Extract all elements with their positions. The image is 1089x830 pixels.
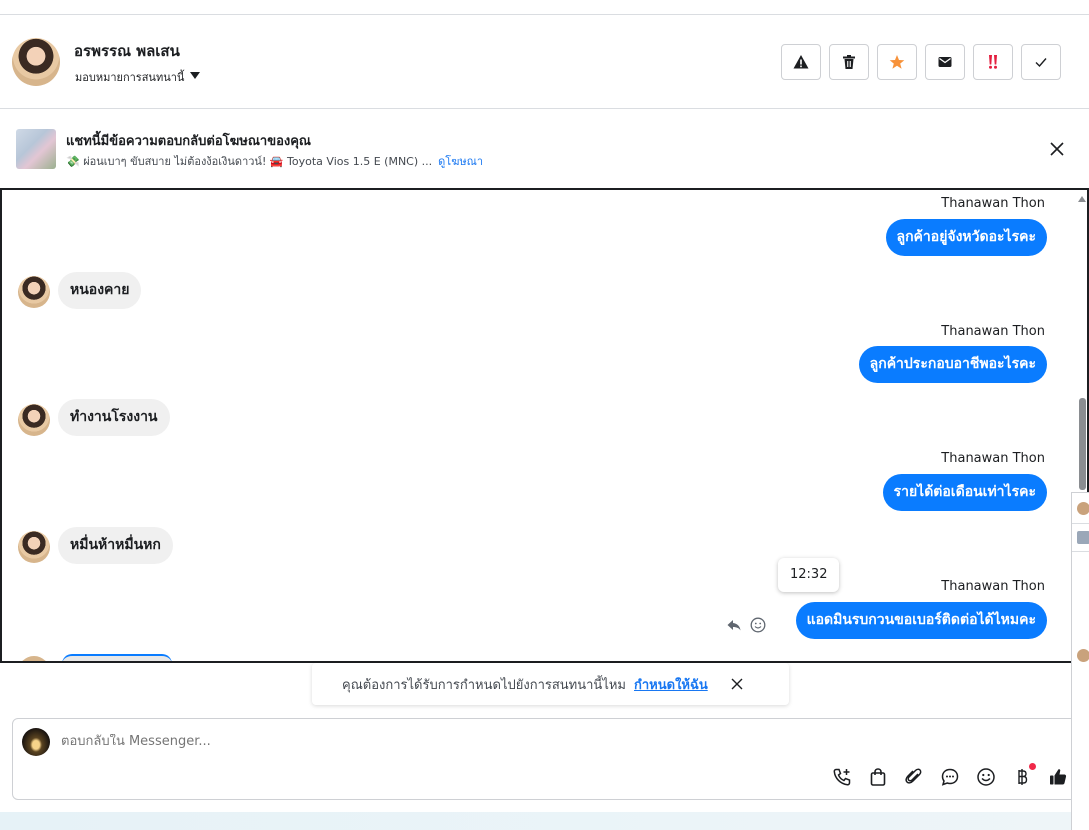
sender-name: Thanawan Thon [941, 196, 1045, 211]
exclamation-icon [989, 55, 997, 69]
delete-button[interactable] [829, 44, 869, 80]
message-time-tooltip: 12:32 [778, 558, 840, 592]
banner-title: แชทนี้มีข้อความตอบกลับต่อโฆษณาของคุณ [66, 134, 311, 149]
page-avatar [22, 728, 50, 756]
reply-icon[interactable] [726, 617, 742, 633]
trash-icon [843, 55, 855, 69]
contact-avatar-small [18, 276, 50, 308]
top-strip [0, 0, 1089, 15]
assign-prompt-text: คุณต้องการได้รับการกำหนดไปยังการสนทนานี้… [342, 677, 626, 693]
payment-button[interactable] [1011, 763, 1036, 788]
avatar[interactable] [1077, 502, 1089, 515]
reply-composer [12, 718, 1089, 800]
incoming-message[interactable]: ทำงานโรงงาน [58, 399, 170, 436]
call-icon [833, 768, 851, 786]
envelope-icon [938, 57, 952, 67]
close-icon[interactable] [1048, 140, 1066, 158]
sender-name: Thanawan Thon [941, 579, 1045, 594]
mark-unread-button[interactable] [925, 44, 965, 80]
assign-prompt: คุณต้องการได้รับการกำหนดไปยังการสนทนานี้… [312, 663, 789, 705]
sender-name: Thanawan Thon [941, 324, 1045, 339]
avatar[interactable] [1077, 531, 1089, 544]
shop-bag-icon [870, 768, 886, 786]
report-spam-button[interactable] [781, 44, 821, 80]
header-actions [781, 44, 1061, 80]
side-panel-edge[interactable] [1071, 492, 1089, 830]
message-hover-tools [726, 617, 766, 633]
star-button[interactable] [877, 44, 917, 80]
contact-name[interactable]: อรพรรณ พลเสน [74, 39, 180, 63]
view-ad-link[interactable]: ดูโฆษณา [438, 152, 483, 170]
follow-up-button[interactable] [973, 44, 1013, 80]
assign-conversation-dropdown[interactable]: มอบหมายการสนทนานี้ [75, 68, 201, 86]
reply-input[interactable] [61, 734, 961, 749]
ad-text: 💸 ผ่อนเบาๆ ขับสบาย ไม่ต้องง้อเงินดาวน์! … [66, 155, 433, 168]
message-thread[interactable]: Thanawan Thon ลูกค้าอยู่จังหวัดอะไรคะ หน… [0, 188, 1089, 663]
bottom-band [0, 812, 1089, 830]
incoming-message[interactable]: หมื่นห้าหมื่นหก [58, 527, 173, 564]
shop-button[interactable] [867, 766, 889, 788]
divider [1072, 551, 1089, 552]
assign-label: มอบหมายการสนทนานี้ [75, 71, 185, 84]
emoji-icon [977, 768, 995, 786]
attach-button[interactable] [903, 766, 925, 788]
react-emoji-icon[interactable] [750, 617, 766, 633]
assign-to-me-link[interactable]: กำหนดให้ฉัน [634, 674, 708, 695]
saved-reply-button[interactable] [939, 766, 961, 788]
close-icon[interactable] [730, 677, 744, 691]
ad-thumbnail [16, 129, 56, 169]
outgoing-message[interactable]: รายได้ต่อเดือนเท่าไรคะ [882, 474, 1047, 511]
divider [1072, 523, 1089, 524]
baht-icon [1018, 769, 1028, 785]
paperclip-icon [905, 768, 922, 784]
mark-done-button[interactable] [1021, 44, 1061, 80]
incoming-message-partial [62, 654, 172, 661]
ad-reply-banner: แชทนี้มีข้อความตอบกลับต่อโฆษณาของคุณ 💸 ผ… [0, 110, 1089, 188]
call-button[interactable] [831, 766, 853, 788]
scroll-up-arrow-icon[interactable] [1078, 196, 1086, 202]
outgoing-message[interactable]: แอดมินรบกวนขอเบอร์ติดต่อได้ไหมคะ [795, 602, 1047, 639]
composer-tools [831, 763, 1069, 788]
scroll-thumb[interactable] [1079, 398, 1086, 490]
conversation-header: อรพรรณ พลเสน มอบหมายการสนทนานี้ [0, 15, 1089, 109]
warning-icon [793, 55, 809, 69]
notification-dot [1029, 763, 1036, 770]
contact-avatar-small [18, 531, 50, 563]
star-icon [889, 55, 905, 69]
outgoing-message[interactable]: ลูกค้าอยู่จังหวัดอะไรคะ [885, 219, 1047, 256]
outgoing-message[interactable]: ลูกค้าประกอบอาชีพอะไรคะ [858, 346, 1047, 383]
saved-reply-icon [941, 768, 959, 786]
emoji-button[interactable] [975, 766, 997, 788]
contact-avatar-small [18, 404, 50, 436]
avatar[interactable] [1077, 649, 1089, 662]
check-icon [1035, 58, 1047, 68]
caret-down-icon [190, 72, 201, 79]
contact-avatar[interactable] [12, 38, 60, 86]
sender-name: Thanawan Thon [941, 451, 1045, 466]
contact-avatar-small [18, 656, 50, 661]
incoming-message[interactable]: หนองคาย [58, 272, 142, 309]
like-button[interactable] [1047, 766, 1069, 788]
thumbs-up-icon [1050, 769, 1067, 785]
banner-ad-row: 💸 ผ่อนเบาๆ ขับสบาย ไม่ต้องง้อเงินดาวน์! … [66, 152, 483, 170]
